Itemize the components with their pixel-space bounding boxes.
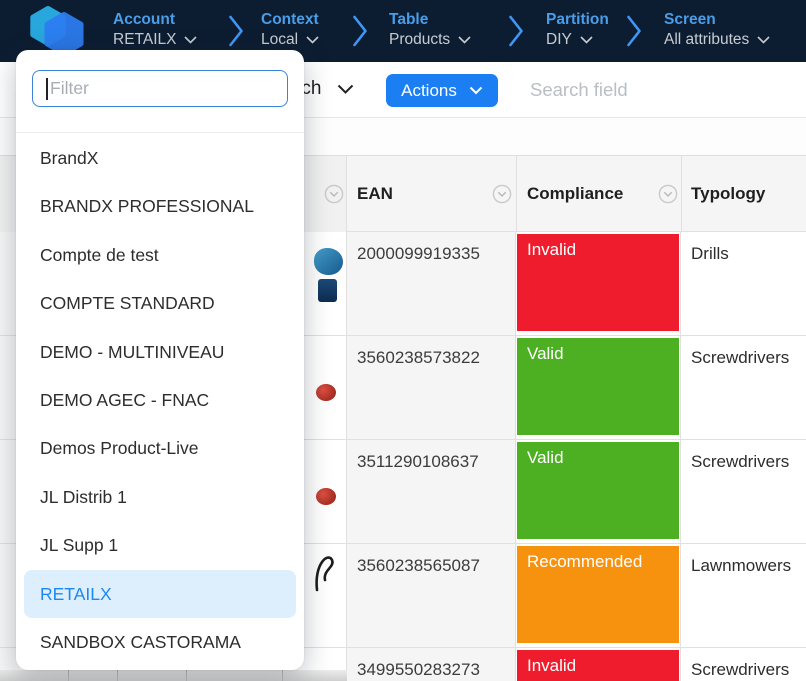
horizontal-scrollbar[interactable]	[0, 670, 347, 681]
ean-cell: 3499550283273	[347, 648, 516, 681]
filter-input-wrap	[32, 70, 288, 107]
typology-cell: Screwdrivers	[681, 440, 806, 543]
column-header-compliance: Compliance	[527, 156, 623, 232]
compliance-cell: Invalid	[516, 232, 681, 335]
dropdown-item-compte-de-test[interactable]: Compte de test	[24, 231, 296, 279]
dropdown-item-demo-agec-fnac[interactable]: DEMO AGEC - FNAC	[24, 376, 296, 424]
nav-partition-selector[interactable]: Partition DIY	[546, 10, 609, 50]
nav-partition-label: Partition	[546, 10, 609, 29]
product-thumbnail	[310, 546, 336, 594]
actions-button-label: Actions	[401, 81, 457, 101]
account-dropdown-panel: BrandX BRANDX PROFESSIONAL Compte de tes…	[16, 50, 304, 670]
chevron-down-icon	[337, 84, 354, 95]
nav-table-value: Products	[389, 29, 450, 50]
dropdown-item-brandx[interactable]: BrandX	[24, 134, 296, 182]
filter-input[interactable]	[33, 71, 287, 106]
chevron-down-icon	[757, 36, 770, 44]
column-menu-chevron-icon[interactable]	[658, 184, 678, 209]
nav-partition-value: DIY	[546, 29, 572, 50]
compliance-status-badge: Valid	[517, 338, 679, 435]
chevron-right-separator-icon	[352, 13, 368, 54]
nav-table-selector[interactable]: Table Products	[389, 10, 471, 50]
product-thumbnail	[316, 488, 336, 505]
typology-cell: Lawnmowers	[681, 544, 806, 647]
chevron-right-separator-icon	[228, 13, 244, 54]
nav-context-label: Context	[261, 10, 319, 29]
dropdown-item-sandbox-castorama[interactable]: SANDBOX CASTORAMA	[24, 618, 296, 666]
ean-cell: 3560238573822	[347, 336, 516, 439]
dropdown-item-jl-supp-1[interactable]: JL Supp 1	[24, 521, 296, 569]
nav-account-selector[interactable]: Account RETAILX	[113, 10, 197, 50]
dropdown-item-compte-standard[interactable]: COMPTE STANDARD	[24, 279, 296, 327]
nav-context-value: Local	[261, 29, 298, 50]
nav-context-selector[interactable]: Context Local	[261, 10, 319, 50]
dropdown-item-retailx-selected[interactable]: RETAILX	[24, 570, 296, 618]
column-menu-chevron-icon[interactable]	[492, 184, 512, 209]
typology-cell: Screwdrivers	[681, 336, 806, 439]
nav-screen-value: All attributes	[664, 29, 749, 50]
nav-screen-selector[interactable]: Screen All attributes	[664, 10, 770, 50]
chevron-right-separator-icon	[626, 13, 642, 54]
chevron-down-icon	[580, 36, 593, 44]
dropdown-item-jl-distrib-1[interactable]: JL Distrib 1	[24, 473, 296, 521]
compliance-cell: Invalid	[516, 648, 681, 681]
chevron-down-icon	[184, 36, 197, 44]
search-field-input[interactable]	[530, 72, 780, 108]
dropdown-item-demos-product-live[interactable]: Demos Product-Live	[24, 424, 296, 472]
nav-account-value: RETAILX	[113, 29, 176, 50]
ean-cell: 2000099919335	[347, 232, 516, 335]
chevron-right-separator-icon	[508, 13, 524, 54]
compliance-status-badge: Invalid	[517, 234, 679, 331]
app-window: Account RETAILX Context Local Table Prod…	[0, 0, 806, 681]
product-thumbnail	[318, 279, 337, 302]
product-thumbnail	[316, 384, 336, 401]
actions-button[interactable]: Actions	[386, 74, 498, 107]
column-header-ean: EAN	[357, 156, 393, 232]
dropdown-item-demo-multiniveau[interactable]: DEMO - MULTINIVEAU	[24, 328, 296, 376]
dropdown-divider	[16, 132, 304, 133]
ean-cell: 3560238565087	[347, 544, 516, 647]
chevron-down-icon	[458, 36, 471, 44]
product-thumbnail	[314, 248, 343, 275]
compliance-status-badge: Invalid	[517, 650, 679, 681]
compliance-status-badge: Recommended	[517, 546, 679, 643]
text-caret	[46, 78, 48, 100]
column-menu-chevron-icon[interactable]	[324, 184, 344, 209]
nav-screen-label: Screen	[664, 10, 770, 29]
column-header-typology: Typology	[691, 156, 765, 232]
nav-table-label: Table	[389, 10, 471, 29]
compliance-cell: Recommended	[516, 544, 681, 647]
compliance-status-badge: Valid	[517, 442, 679, 539]
compliance-cell: Valid	[516, 336, 681, 439]
dropdown-item-brandx-professional[interactable]: BRANDX PROFESSIONAL	[24, 182, 296, 230]
chevron-down-icon	[306, 36, 319, 44]
nav-account-label: Account	[113, 10, 197, 29]
compliance-cell: Valid	[516, 440, 681, 543]
typology-cell: Screwdrivers	[681, 648, 806, 681]
ean-cell: 3511290108637	[347, 440, 516, 543]
typology-cell: Drills	[681, 232, 806, 335]
chevron-down-icon	[469, 86, 483, 95]
